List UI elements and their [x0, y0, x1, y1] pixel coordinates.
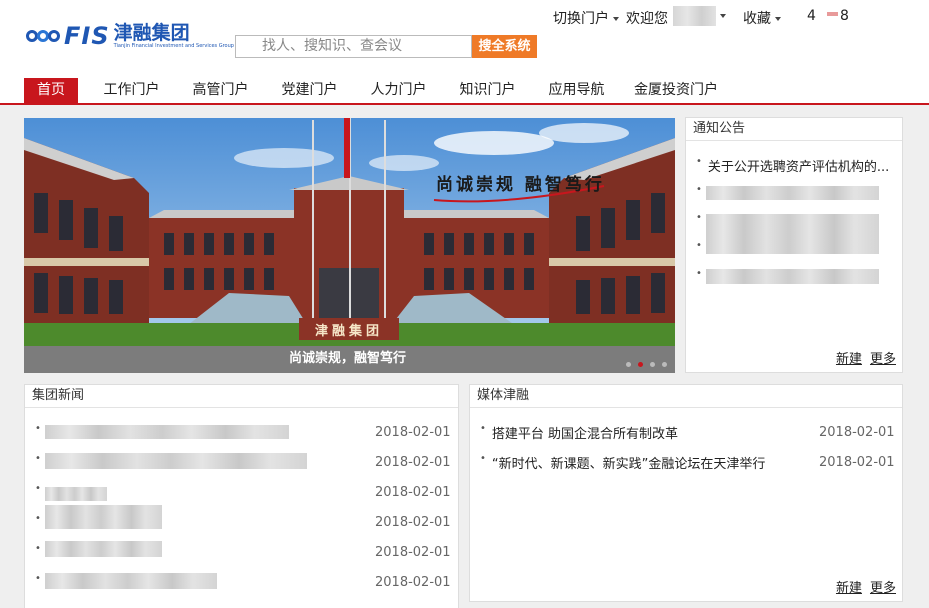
group-news-title: 集团新闻	[25, 385, 458, 408]
bullet-icon: •	[696, 240, 702, 251]
welcome-label: 欢迎您	[626, 11, 668, 27]
user-name-redacted[interactable]	[673, 6, 716, 26]
chevron-down-icon	[775, 17, 781, 21]
group-news-panel: 集团新闻 • 2018-02-01 • 2018-02-01 • 2018-02…	[24, 384, 459, 608]
news-item-redacted[interactable]	[45, 541, 162, 557]
news-item-redacted[interactable]	[45, 505, 162, 529]
bullet-icon: •	[480, 453, 486, 464]
notification-count[interactable]: 8	[827, 8, 849, 24]
bullet-icon: •	[35, 573, 41, 584]
news-date: 2018-02-01	[375, 425, 451, 440]
logo-subtitle: Tianjin Financial Investment and Service…	[113, 43, 234, 49]
bullet-icon: •	[35, 513, 41, 524]
carousel-dot[interactable]	[662, 362, 667, 367]
nav-item-work[interactable]: 工作门户	[87, 78, 176, 104]
carousel-dot-active[interactable]	[638, 362, 643, 367]
notice-item[interactable]: • 关于公开选聘资产评估机构的...	[696, 156, 889, 175]
news-date: 2018-02-01	[375, 485, 451, 500]
carousel-dots	[626, 362, 667, 367]
nav-item-apps[interactable]: 应用导航	[532, 78, 621, 104]
notices-title: 通知公告	[686, 118, 902, 141]
nav-item-knowledge[interactable]: 知识门户	[443, 78, 532, 104]
header: FIS 津融集团 Tianjin Financial Investment an…	[0, 0, 929, 105]
notification-count-value: 8	[840, 8, 849, 24]
media-item[interactable]: • “新时代、新课题、新实践”金融论坛在天津举行	[480, 453, 765, 472]
news-item-redacted[interactable]	[45, 487, 107, 501]
banner-slogan: 尚诚崇规 融智笃行	[436, 175, 605, 195]
news-date: 2018-02-01	[375, 515, 451, 530]
media-date: 2018-02-01	[819, 455, 895, 470]
bullet-icon: •	[696, 212, 702, 223]
notices-new-link[interactable]: 新建	[836, 352, 862, 367]
switch-portal-label: 切换门户	[553, 11, 609, 27]
nav-item-party[interactable]: 党建门户	[265, 78, 354, 104]
news-date: 2018-02-01	[375, 545, 451, 560]
main-nav: 首页 工作门户 高管门户 党建门户 人力门户 知识门户 应用导航 金厦投资门户	[24, 78, 731, 104]
media-item[interactable]: • 搭建平台 助国企混合所有制改革	[480, 423, 678, 442]
nav-item-hr[interactable]: 人力门户	[354, 78, 443, 104]
chevron-down-icon	[720, 14, 726, 18]
bullet-icon: •	[696, 184, 702, 195]
media-more-link[interactable]: 更多	[870, 581, 896, 596]
user-menu-chevron[interactable]	[716, 8, 726, 24]
media-actions: 新建 更多	[828, 577, 896, 596]
news-date: 2018-02-01	[375, 575, 451, 590]
news-item-redacted[interactable]	[45, 425, 289, 439]
media-date: 2018-02-01	[819, 425, 895, 440]
bullet-icon: •	[35, 423, 41, 434]
notices-panel: 通知公告 • 关于公开选聘资产评估机构的... • • • • 新建 更多	[685, 117, 903, 373]
notice-item-redacted[interactable]	[706, 269, 879, 284]
logo-rings-icon	[26, 26, 62, 46]
bullet-icon: •	[35, 483, 41, 494]
banner-caption: 尚诚崇规，融智笃行	[289, 351, 407, 366]
nav-item-home[interactable]: 首页	[24, 78, 78, 104]
bullet-icon: •	[480, 423, 486, 434]
bullet-icon: •	[35, 453, 41, 464]
media-item-text: 搭建平台 助国企混合所有制改革	[491, 427, 679, 442]
favorites-dropdown[interactable]: 收藏	[743, 8, 781, 28]
search-all-button[interactable]: 搜全系统	[472, 35, 537, 58]
notice-item-redacted[interactable]	[706, 186, 879, 200]
media-new-link[interactable]: 新建	[836, 581, 862, 596]
logo-text-en: FIS	[64, 22, 110, 50]
notices-actions: 新建 更多	[828, 348, 896, 367]
message-count[interactable]: 4	[807, 8, 816, 24]
banner-carousel[interactable]: 尚诚崇规 融智笃行 津融集团 尚诚崇规，融智笃行	[24, 118, 675, 373]
utility-bar: 切换门户 欢迎您 收藏 4 8	[553, 8, 929, 28]
news-item-redacted[interactable]	[45, 573, 217, 589]
media-item-text: “新时代、新课题、新实践”金融论坛在天津举行	[491, 457, 766, 472]
media-title: 媒体津融	[470, 385, 902, 408]
notice-item[interactable]: •	[696, 240, 708, 255]
bullet-icon: •	[35, 543, 41, 554]
search-input[interactable]: 找人、搜知识、查会议	[235, 35, 472, 58]
fis-logo[interactable]: FIS 津融集团 Tianjin Financial Investment an…	[26, 22, 234, 50]
switch-portal-dropdown[interactable]: 切换门户	[553, 8, 619, 28]
carousel-dot[interactable]	[650, 362, 655, 367]
flag-icon	[827, 12, 838, 20]
news-item-redacted[interactable]	[45, 453, 307, 469]
nav-item-executive[interactable]: 高管门户	[176, 78, 265, 104]
favorites-label: 收藏	[743, 11, 771, 27]
notice-item-redacted[interactable]	[706, 214, 879, 254]
notices-more-link[interactable]: 更多	[870, 352, 896, 367]
news-date: 2018-02-01	[375, 455, 451, 470]
logo-text-cn: 津融集团	[113, 22, 190, 44]
nav-item-jinsha[interactable]: 金厦投资门户	[621, 78, 731, 104]
chevron-down-icon	[613, 17, 619, 21]
bullet-icon: •	[696, 268, 702, 279]
carousel-dot[interactable]	[626, 362, 631, 367]
bullet-icon: •	[696, 156, 702, 167]
media-panel: 媒体津融 • 搭建平台 助国企混合所有制改革 2018-02-01 • “新时代、新…	[469, 384, 903, 602]
building-sign: 津融集团	[314, 324, 383, 339]
notice-item-text: 关于公开选聘资产评估机构的...	[707, 160, 890, 175]
